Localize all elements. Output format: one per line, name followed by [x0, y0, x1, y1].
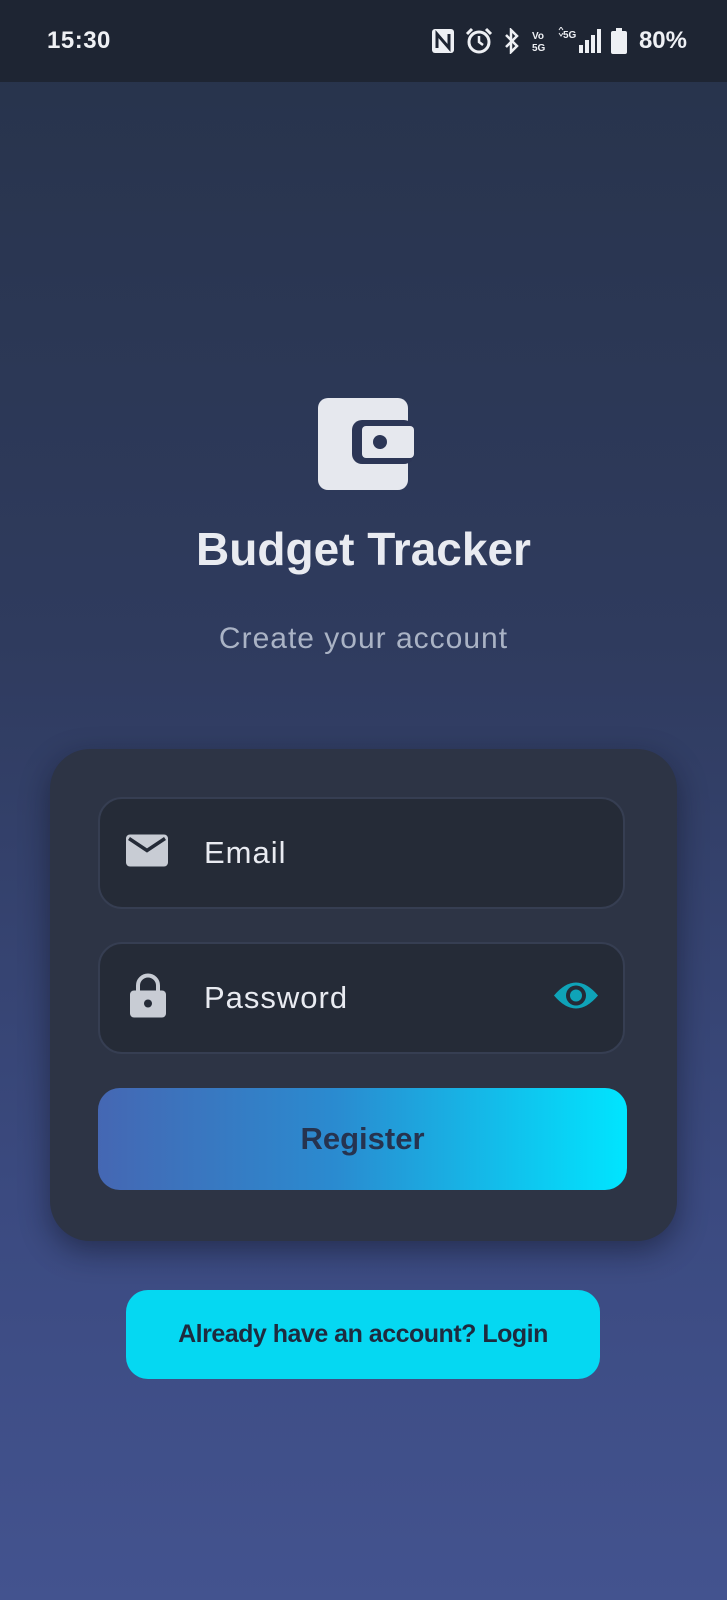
email-field[interactable]: Email [98, 797, 625, 909]
svg-text:5G: 5G [532, 43, 546, 54]
wallet-icon [318, 398, 414, 490]
status-icons: Vo 5G 5G 80% [431, 27, 687, 55]
alarm-icon [465, 27, 493, 55]
bluetooth-icon [503, 28, 521, 54]
signal-5g-icon: 5G [557, 27, 601, 55]
app-title: Budget Tracker [196, 523, 531, 575]
battery-percent: 80% [638, 27, 687, 54]
svg-text:5G: 5G [563, 30, 577, 41]
mail-icon [126, 834, 168, 872]
volte-icon: Vo 5G [531, 28, 547, 54]
nfc-icon [431, 28, 455, 54]
app-subtitle: Create your account [218, 622, 509, 655]
login-button[interactable]: Already have an account? Login [126, 1290, 600, 1379]
register-button[interactable]: Register [98, 1088, 627, 1190]
battery-icon [610, 28, 627, 54]
svg-text:Vo: Vo [532, 31, 544, 42]
status-bar: 15:30 Vo 5G 5G 80% [0, 0, 727, 82]
eye-icon[interactable] [553, 980, 599, 1017]
register-card: Email Password Register [50, 749, 677, 1241]
password-field[interactable]: Password [98, 942, 625, 1054]
lock-icon [130, 973, 166, 1023]
password-placeholder: Password [204, 980, 349, 1015]
email-placeholder: Email [204, 835, 287, 870]
status-time: 15:30 [47, 27, 111, 54]
